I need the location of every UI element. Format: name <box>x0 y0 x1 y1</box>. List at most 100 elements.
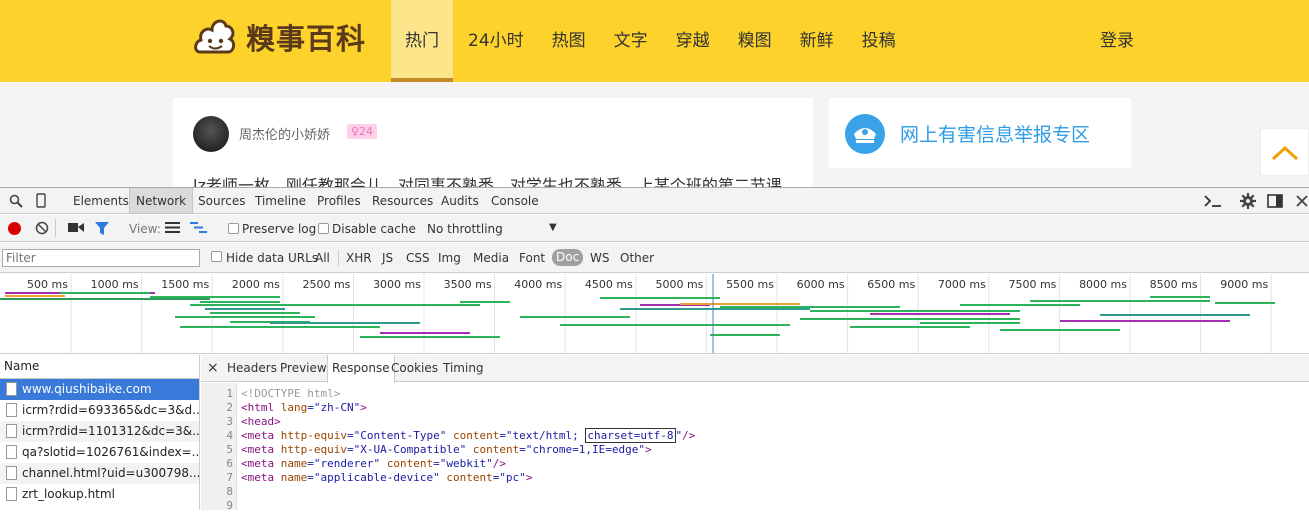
code-tag: <html <box>241 401 281 414</box>
tab-response[interactable]: Response <box>327 355 395 383</box>
request-name: www.qiushibaike.com <box>22 382 152 396</box>
disable-cache-label: Disable cache <box>332 222 416 236</box>
filter-type-other[interactable]: Other <box>620 251 654 265</box>
timeline-request-bar <box>360 336 500 338</box>
tab-network[interactable]: Network <box>129 188 194 214</box>
report-text: 网上有害信息举报专区 <box>900 124 1091 146</box>
timeline-request-bar <box>150 296 280 298</box>
code-value: ="renderer" <box>307 457 387 470</box>
line-number: 6 <box>226 457 233 470</box>
timeline-tick-label: 9000 ms <box>1220 278 1268 291</box>
hide-data-urls-label: Hide data URLs <box>226 251 319 265</box>
timeline-tick-label: 8500 ms <box>1150 278 1198 291</box>
filter-type-xhr[interactable]: XHR <box>346 251 372 265</box>
site-logo[interactable]: 糗事百科 <box>192 14 366 60</box>
filter-type-media[interactable]: Media <box>473 251 509 265</box>
filter-type-img[interactable]: Img <box>438 251 461 265</box>
tab-timing[interactable]: Timing <box>443 355 484 382</box>
author-name[interactable]: 周杰伦的小娇娇 <box>239 124 330 143</box>
dock-side-icon[interactable] <box>1267 188 1283 217</box>
nav-hot-images[interactable]: 热图 <box>544 0 594 82</box>
timeline-request-bar <box>560 324 790 326</box>
network-timeline-overview[interactable]: 500 ms 1000 ms 1500 ms 2000 ms 2500 ms 3000 m… <box>0 274 1309 354</box>
device-mode-icon[interactable] <box>36 188 46 217</box>
throttling-select[interactable]: No throttling <box>427 222 503 236</box>
tab-preview[interactable]: Preview <box>280 355 327 382</box>
hide-data-urls-checkbox[interactable] <box>211 251 222 262</box>
post-content[interactable]: lz老师一枚，刚任教那会儿，对同事不熟悉，对学生也不熟悉，上某个班的第二节课 <box>193 172 782 188</box>
close-detail-icon[interactable]: × <box>207 355 219 382</box>
tab-audits[interactable]: Audits <box>441 188 479 214</box>
line-number: 5 <box>226 443 233 456</box>
timeline-tick-label: 2500 ms <box>302 278 350 291</box>
tab-headers[interactable]: Headers <box>227 355 277 382</box>
preserve-log-checkbox[interactable] <box>228 223 239 234</box>
timeline-request-bar <box>800 318 1020 320</box>
nav-submit[interactable]: 投稿 <box>854 0 904 82</box>
tab-sources[interactable]: Sources <box>198 188 245 214</box>
nav-24h[interactable]: 24小时 <box>460 0 532 82</box>
filter-type-all[interactable]: All <box>315 251 330 265</box>
timeline-request-bar <box>600 297 720 299</box>
tab-cookies[interactable]: Cookies <box>391 355 438 382</box>
timeline-request-bar <box>810 310 1020 312</box>
large-rows-icon[interactable] <box>165 222 180 236</box>
response-source-viewer[interactable]: 1 2 3 4 5 6 7 8 9 <!DOCTYPE html> <html … <box>201 383 1309 512</box>
request-detail-panel: × Headers Preview Response Cookies Timin… <box>201 355 1309 512</box>
nav-new[interactable]: 新鲜 <box>792 0 842 82</box>
clear-icon[interactable] <box>35 221 49 238</box>
timeline-request-bar <box>1215 302 1275 304</box>
author-avatar[interactable] <box>193 116 229 152</box>
nav-images[interactable]: 糗图 <box>730 0 780 82</box>
throttling-dropdown-arrow[interactable]: ▼ <box>549 222 557 233</box>
close-devtools-icon[interactable] <box>1296 188 1308 216</box>
filter-type-ws[interactable]: WS <box>590 251 609 265</box>
search-icon[interactable] <box>9 188 23 217</box>
logo-mascot-icon <box>194 19 236 54</box>
network-toolbar: View: Preserve log Disable cache No thro… <box>0 215 1309 242</box>
timeline-request-bar <box>5 295 65 297</box>
tab-profiles[interactable]: Profiles <box>317 188 361 214</box>
doctype: <!DOCTYPE html> <box>241 387 341 400</box>
tab-elements[interactable]: Elements <box>73 188 129 214</box>
request-name: qa?slotid=1026761&index=... <box>22 445 199 459</box>
filter-type-doc[interactable]: Doc <box>552 249 584 266</box>
gear-icon[interactable] <box>1240 188 1256 218</box>
back-to-top-button[interactable] <box>1260 128 1309 176</box>
request-row[interactable]: qa?slotid=1026761&index=... <box>0 442 199 463</box>
line-number: 8 <box>226 485 233 498</box>
request-row[interactable]: channel.html?uid=u300798... <box>0 463 199 484</box>
timeline-tick-label: 3500 ms <box>444 278 492 291</box>
overview-waterfall-icon[interactable] <box>190 222 207 236</box>
report-banner[interactable]: 网上有害信息举报专区 <box>829 98 1131 168</box>
request-row[interactable]: icrm?rdid=1101312&dc=3&... <box>0 421 199 442</box>
nav-hot[interactable]: 热门 <box>391 0 453 82</box>
timeline-request-bar <box>210 312 300 314</box>
filter-input[interactable] <box>2 249 200 267</box>
disable-cache-checkbox[interactable] <box>318 223 329 234</box>
login-link[interactable]: 登录 <box>1100 0 1134 82</box>
filter-type-font[interactable]: Font <box>519 251 545 265</box>
timeline-request-bar <box>1100 314 1250 316</box>
line-number: 3 <box>226 415 233 428</box>
tab-timeline[interactable]: Timeline <box>255 188 306 214</box>
request-row[interactable]: icrm?rdid=693365&dc=3&d... <box>0 400 199 421</box>
record-icon[interactable] <box>8 222 21 235</box>
document-icon <box>6 466 17 480</box>
request-row[interactable]: www.qiushibaike.com <box>0 379 199 400</box>
tab-console[interactable]: Console <box>491 188 539 214</box>
nav-text[interactable]: 文字 <box>606 0 656 82</box>
nav-travel[interactable]: 穿越 <box>668 0 718 82</box>
filter-type-css[interactable]: CSS <box>406 251 430 265</box>
filter-type-js[interactable]: JS <box>382 251 393 265</box>
code-value: ="Content-Type" <box>346 429 453 442</box>
request-row[interactable]: zrt_lookup.html <box>0 484 199 505</box>
code-attr: name <box>280 457 308 470</box>
request-list-header-name[interactable]: Name <box>0 355 199 379</box>
tab-resources[interactable]: Resources <box>372 188 433 214</box>
view-label: View: <box>129 222 161 236</box>
screenshot-camera-icon[interactable] <box>68 222 84 236</box>
filter-funnel-icon[interactable] <box>95 222 109 238</box>
console-drawer-icon[interactable] <box>1204 188 1222 216</box>
timeline-tick-label: 6500 ms <box>867 278 915 291</box>
